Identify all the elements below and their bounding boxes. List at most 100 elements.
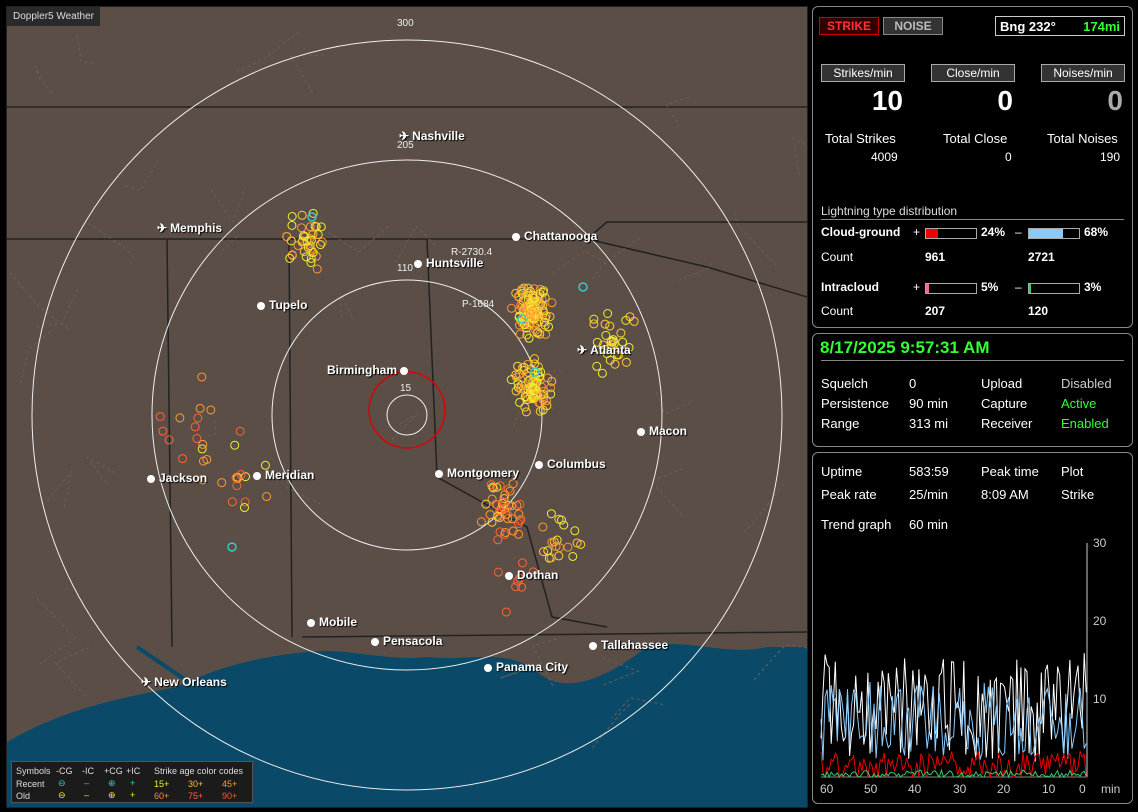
strikes-per-min-value: 10: [821, 85, 903, 117]
trend-line-cg-neg: [821, 682, 1086, 760]
city-tupelo[interactable]: Tupelo: [257, 298, 307, 312]
trend-panel: Uptime 583:59 Peak time Plot Peak rate 2…: [812, 452, 1133, 804]
legend-recent: Recent: [16, 779, 45, 789]
strike-mark-261: [316, 241, 324, 249]
recent-strike-2: [579, 283, 587, 291]
strike-mark-391: [207, 406, 215, 414]
strike-mark-350: [547, 510, 555, 518]
lightning-map[interactable]: Doppler5 Weather 300 205 110 15 ✈ Nashvil…: [6, 6, 808, 808]
city-dot-icon: [307, 619, 315, 627]
city-macon[interactable]: Macon: [637, 424, 687, 438]
noises-per-min-value: 0: [1041, 85, 1123, 117]
receiver-value[interactable]: Enabled: [1061, 416, 1109, 431]
city-columbus[interactable]: Columbus: [535, 457, 606, 471]
strike-mark-354: [560, 521, 568, 529]
strike-mark-241: [313, 265, 321, 273]
city-dot-icon: [257, 302, 265, 310]
strike-mark-323: [598, 369, 606, 377]
strike-mark-149: [530, 355, 538, 363]
distance-value: 174mi: [1083, 19, 1120, 34]
legend-old: Old: [16, 791, 30, 801]
legend-old-ic-neg-icon: –: [84, 790, 89, 800]
strikes-per-min-label[interactable]: Strikes/min: [821, 64, 905, 82]
county-line-13: [655, 390, 690, 414]
ic-negative-count: 120: [1028, 304, 1048, 318]
city-nashville[interactable]: ✈ Nashville: [399, 129, 465, 143]
city-dot-icon: [414, 260, 422, 268]
peak-rate-value: 25/min: [909, 487, 948, 502]
county-line-31: [291, 55, 327, 93]
legend-cg-neg: -CG: [56, 766, 73, 776]
strike-mark-269: [288, 221, 296, 229]
county-line-11: [21, 331, 51, 383]
x-tick-50: 50: [864, 782, 878, 796]
strike-mark-358: [571, 527, 579, 535]
ic-minus-sign: –: [1015, 280, 1022, 294]
strike-mark-75: [542, 330, 550, 338]
upload-value[interactable]: Disabled: [1061, 376, 1112, 391]
peak-time-label: Peak time: [981, 464, 1039, 479]
city-birmingham[interactable]: Birmingham: [327, 363, 412, 377]
strike-mark-112: [548, 299, 556, 307]
range-value: 313 mi: [909, 416, 948, 431]
county-line-28: [34, 289, 78, 327]
capture-value[interactable]: Active: [1061, 396, 1096, 411]
legend-age-75: 75+: [188, 791, 203, 801]
county-line-30: [55, 646, 90, 695]
x-tick-60: 60: [820, 782, 834, 796]
close-per-min-label[interactable]: Close/min: [931, 64, 1015, 82]
noises-per-min-label[interactable]: Noises/min: [1041, 64, 1125, 82]
city-chattanooga[interactable]: Chattanooga: [512, 229, 597, 243]
city-huntsville[interactable]: Huntsville: [414, 256, 483, 270]
city-pensacola[interactable]: Pensacola: [371, 634, 442, 648]
city-memphis[interactable]: ✈ Memphis: [157, 221, 222, 235]
bearing-box: Bng 232° 174mi: [995, 16, 1125, 36]
county-line-14: [666, 97, 689, 126]
city-montgomery[interactable]: Montgomery: [435, 466, 519, 480]
x-unit: min: [1101, 782, 1120, 796]
airport-icon: ✈: [141, 675, 151, 689]
ic-positive-bar: [925, 283, 977, 294]
strike-mark-393: [176, 414, 184, 422]
strike-button[interactable]: STRIKE: [819, 17, 879, 35]
receiver-label: Receiver: [981, 416, 1032, 431]
county-line-29: [744, 484, 783, 531]
legend-recent-cg-pos-icon: ⊕: [108, 778, 116, 789]
strike-mark-294: [509, 480, 517, 488]
ic-negative-bar: [1028, 283, 1080, 294]
trend-line-ic: [821, 770, 1086, 777]
city-dothan[interactable]: Dothan: [505, 568, 558, 582]
noise-button[interactable]: NOISE: [883, 17, 943, 35]
strike-mark-390: [179, 455, 187, 463]
city-jackson[interactable]: Jackson: [147, 471, 207, 485]
strike-mark-396: [502, 608, 510, 616]
city-meridian[interactable]: Meridian: [253, 468, 314, 482]
city-atlanta[interactable]: ✈ Atlanta: [577, 343, 631, 357]
strike-mark-277: [494, 536, 502, 544]
plot-value[interactable]: Strike: [1061, 487, 1094, 502]
strike-mark-381: [236, 427, 244, 435]
ring-label-300: 300: [397, 18, 414, 29]
strike-mark-378: [263, 493, 271, 501]
cg-negative-pct: 68%: [1084, 225, 1108, 239]
map-canvas: [7, 7, 807, 807]
trend-line-cg-pos: [821, 751, 1086, 777]
distribution-divider: [821, 219, 1124, 220]
airport-icon: ✈: [577, 343, 587, 357]
city-dot-icon: [589, 642, 597, 650]
cg-count-label: Count: [821, 250, 853, 264]
x-tick-40: 40: [908, 782, 922, 796]
peak-rate-label: Peak rate: [821, 487, 877, 502]
strike-stats-panel: STRIKE NOISE Bng 232° 174mi Strikes/min …: [812, 6, 1133, 328]
airport-icon: ✈: [157, 221, 167, 235]
city-tallahassee[interactable]: Tallahassee: [589, 638, 668, 652]
city-panama-city[interactable]: Panama City: [484, 660, 568, 674]
county-line-0: [734, 212, 777, 266]
legend-recent-ic-pos-icon: +: [130, 778, 135, 788]
x-tick-10: 10: [1042, 782, 1056, 796]
city-mobile[interactable]: Mobile: [307, 615, 357, 629]
range-ring-1: [272, 280, 542, 550]
city-dot-icon: [505, 572, 513, 580]
city-new-orleans[interactable]: ✈ New Orleans: [141, 675, 227, 689]
state-border-4: [427, 239, 552, 617]
